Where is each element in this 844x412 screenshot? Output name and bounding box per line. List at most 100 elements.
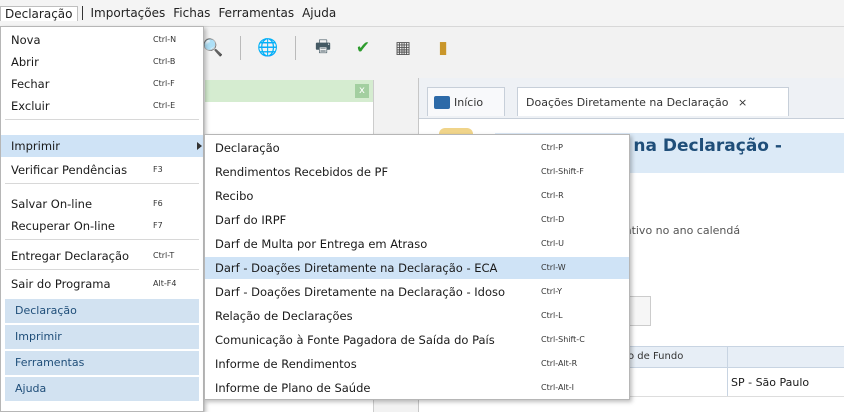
declaracao-dropdown: Nova Ctrl-N Abrir Ctrl-B Fechar Ctrl-F E… xyxy=(0,26,204,412)
submenu-item-darf-doacoes-idoso[interactable]: Darf - Doações Diretamente na Declaração… xyxy=(205,281,629,303)
globe-icon[interactable]: 🌐 xyxy=(255,35,281,61)
submenu-item-label: Darf de Multa por Entrega em Atraso xyxy=(215,237,428,251)
menu-fichas[interactable]: Fichas xyxy=(169,6,214,20)
submenu-item-recibo[interactable]: Recibo Ctrl-R xyxy=(205,185,629,207)
submenu-item-darf-doacoes-eca[interactable]: Darf - Doações Diretamente na Declaração… xyxy=(205,257,629,279)
menu-item-excluir[interactable]: Excluir Ctrl-E xyxy=(1,95,203,117)
submenu-item-shortcut: Ctrl-R xyxy=(541,191,564,200)
submenu-item-label: Recibo xyxy=(215,189,254,203)
submenu-item-comunicacao-fonte-pagadora[interactable]: Comunicação à Fonte Pagadora de Saída do… xyxy=(205,329,629,351)
submenu-item-label: Informe de Plano de Saúde xyxy=(215,381,371,395)
submenu-item-label: Darf - Doações Diretamente na Declaração… xyxy=(215,285,506,299)
submenu-item-label: Informe de Rendimentos xyxy=(215,357,357,371)
submenu-item-shortcut: Ctrl-Alt-I xyxy=(541,383,575,392)
submenu-item-relacao-declaracoes[interactable]: Relação de Declarações Ctrl-L xyxy=(205,305,629,327)
menu-item-shortcut: Ctrl-N xyxy=(153,35,177,44)
tab-doacoes-label: Doações Diretamente na Declaração xyxy=(526,96,729,109)
menu-importacoes[interactable]: Importações xyxy=(87,6,170,20)
imprimir-submenu: Declaração Ctrl-P Rendimentos Recebidos … xyxy=(204,134,630,400)
menu-item-label: Verificar Pendências xyxy=(11,163,128,177)
nav-button-ajuda[interactable]: Ajuda xyxy=(5,377,199,401)
tab-doacoes[interactable]: Doações Diretamente na Declaração × xyxy=(517,87,789,116)
toolbar-separator xyxy=(240,36,241,60)
menu-declaracao[interactable]: Declaração xyxy=(0,5,78,21)
menu-item-imprimir[interactable]: Imprimir xyxy=(1,135,203,157)
submenu-item-shortcut: Ctrl-D xyxy=(541,215,565,224)
submenu-item-declaracao[interactable]: Declaração Ctrl-P xyxy=(205,137,629,159)
menu-item-shortcut: Ctrl-B xyxy=(153,57,176,66)
menu-item-label: Salvar On-line xyxy=(11,197,93,211)
menu-item-label: Entregar Declaração xyxy=(11,249,130,263)
submenu-item-shortcut: Ctrl-Alt-R xyxy=(541,359,578,368)
menu-ferramentas[interactable]: Ferramentas xyxy=(214,6,298,20)
menu-separator xyxy=(5,239,199,240)
menubar: Declaração Importações Fichas Ferramenta… xyxy=(0,0,844,27)
submenu-arrow-icon xyxy=(197,142,202,150)
menu-separator xyxy=(5,183,199,184)
menu-item-shortcut: F3 xyxy=(153,165,163,174)
menu-item-verificar-pendencias[interactable]: Verificar Pendências F3 xyxy=(1,159,203,181)
tab-inicio[interactable]: Início xyxy=(427,87,505,116)
submenu-item-rendimentos-pf[interactable]: Rendimentos Recebidos de PF Ctrl-Shift-F xyxy=(205,161,629,183)
menu-item-shortcut: Ctrl-F xyxy=(153,79,175,88)
menu-item-shortcut: Alt-F4 xyxy=(153,279,177,288)
submenu-item-label: Comunicação à Fonte Pagadora de Saída do… xyxy=(215,333,495,347)
nav-button-ferramentas[interactable]: Ferramentas xyxy=(5,351,199,375)
submenu-item-shortcut: Ctrl-W xyxy=(541,263,566,272)
printer-icon[interactable]: 🖶 xyxy=(310,35,336,61)
menu-ajuda[interactable]: Ajuda xyxy=(298,6,340,20)
menubar-separator xyxy=(81,6,83,20)
submenu-item-shortcut: Ctrl-L xyxy=(541,311,563,320)
table-cell: SP - São Paulo xyxy=(731,376,810,389)
menu-item-label: Sair do Programa xyxy=(11,277,111,291)
submenu-item-shortcut: Ctrl-Y xyxy=(541,287,563,296)
submenu-item-shortcut: Ctrl-Shift-C xyxy=(541,335,585,344)
submenu-item-darf-multa[interactable]: Darf de Multa por Entrega em Atraso Ctrl… xyxy=(205,233,629,255)
menu-item-label: Abrir xyxy=(11,55,39,69)
nav-button-imprimir[interactable]: Imprimir xyxy=(5,325,199,349)
tab-bar: Início Doações Diretamente na Declaração… xyxy=(419,78,844,119)
grid-divider xyxy=(727,346,728,396)
check-icon[interactable]: ✔ xyxy=(350,35,376,61)
submenu-item-label: Declaração xyxy=(215,141,280,155)
menu-item-shortcut: Ctrl-E xyxy=(153,101,176,110)
menu-item-label: Excluir xyxy=(11,99,50,113)
menu-item-label: Recuperar On-line xyxy=(11,219,115,233)
tab-inicio-label: Início xyxy=(454,96,484,109)
menu-item-shortcut: F7 xyxy=(153,221,163,230)
submenu-item-informe-rendimentos[interactable]: Informe de Rendimentos Ctrl-Alt-R xyxy=(205,353,629,375)
close-icon[interactable]: x xyxy=(355,84,369,98)
book-icon[interactable]: ▮ xyxy=(430,35,456,61)
submenu-item-label: Relação de Declarações xyxy=(215,309,353,323)
submenu-item-shortcut: Ctrl-P xyxy=(541,143,563,152)
menu-item-label: Fechar xyxy=(11,77,50,91)
menu-item-entregar-declaracao[interactable]: Entregar Declaração Ctrl-T xyxy=(1,245,203,267)
left-panel-header: x xyxy=(205,80,373,102)
nav-button-declaracao[interactable]: Declaração xyxy=(5,299,199,323)
submenu-item-darf-irpf[interactable]: Darf do IRPF Ctrl-D xyxy=(205,209,629,231)
toolbar-separator xyxy=(295,36,296,60)
submenu-item-shortcut: Ctrl-Shift-F xyxy=(541,167,584,176)
toolbar: 🔍 🌐 🖶 ✔ ▦ ▮ xyxy=(200,28,844,68)
menu-item-label: Imprimir xyxy=(11,139,60,153)
tab-close-icon[interactable]: × xyxy=(738,96,747,109)
submenu-item-label: Rendimentos Recebidos de PF xyxy=(215,165,389,179)
calculator-icon[interactable]: ▦ xyxy=(390,35,416,61)
grid-header-cell: o de Fundo xyxy=(628,351,684,362)
menu-item-salvar-online[interactable]: Salvar On-line F6 xyxy=(1,193,203,215)
menu-separator xyxy=(5,269,199,270)
menu-item-sair-do-programa[interactable]: Sair do Programa Alt-F4 xyxy=(1,273,203,295)
menu-item-abrir[interactable]: Abrir Ctrl-B xyxy=(1,51,203,73)
menu-item-label: Nova xyxy=(11,33,41,47)
submenu-item-shortcut: Ctrl-U xyxy=(541,239,564,248)
menu-item-shortcut: F6 xyxy=(153,199,163,208)
menu-item-fechar[interactable]: Fechar Ctrl-F xyxy=(1,73,203,95)
home-icon xyxy=(434,96,450,109)
submenu-item-label: Darf - Doações Diretamente na Declaração… xyxy=(215,261,498,275)
menu-separator xyxy=(5,119,199,120)
menu-item-recuperar-online[interactable]: Recuperar On-line F7 xyxy=(1,215,203,237)
menu-item-shortcut: Ctrl-T xyxy=(153,251,175,260)
submenu-item-informe-plano-saude[interactable]: Informe de Plano de Saúde Ctrl-Alt-I xyxy=(205,377,629,399)
menu-item-nova[interactable]: Nova Ctrl-N xyxy=(1,29,203,51)
submenu-item-label: Darf do IRPF xyxy=(215,213,287,227)
